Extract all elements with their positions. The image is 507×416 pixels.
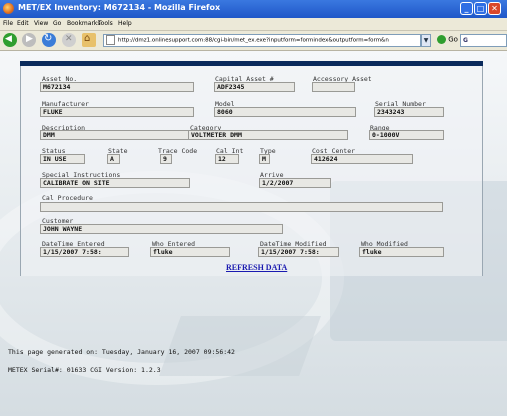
category-field[interactable]: VOLTMETER DMM <box>188 130 348 140</box>
trace-code-field[interactable]: 9 <box>160 154 172 164</box>
cal-procedure-label: Cal Procedure <box>42 194 93 202</box>
cost-center-field[interactable]: 412624 <box>311 154 413 164</box>
firefox-icon <box>3 3 14 14</box>
status-field[interactable]: IN USE <box>40 154 85 164</box>
menu-bookmarks[interactable]: Bookmarks <box>67 20 101 27</box>
asset-no-field[interactable]: M672134 <box>40 82 194 92</box>
window-titlebar: MET/EX Inventory: M672134 - Mozilla Fire… <box>0 0 507 18</box>
state-field[interactable]: A <box>107 154 120 164</box>
go-icon <box>437 35 446 44</box>
customer-field[interactable]: JOHN WAYNE <box>40 224 283 234</box>
menu-tools[interactable]: Tools <box>98 20 113 27</box>
who-modified-field[interactable]: fluke <box>359 247 444 257</box>
go-button[interactable]: Go <box>437 35 458 44</box>
datetime-modified-field[interactable]: 1/15/2007 7:58: <box>258 247 339 257</box>
forward-icon[interactable] <box>22 33 36 47</box>
reload-icon[interactable] <box>42 33 56 47</box>
capital-asset-field[interactable]: ADF2345 <box>214 82 295 92</box>
cal-procedure-field[interactable] <box>40 202 443 212</box>
menu-go[interactable]: Go <box>53 20 61 27</box>
go-label: Go <box>448 35 458 44</box>
menu-bar: File Edit View Go Bookmarks Tools Help <box>0 18 507 31</box>
address-bar[interactable]: http://dmz1.onlinesupport.com:88/cgi-bin… <box>103 34 421 47</box>
navigation-toolbar: http://dmz1.onlinesupport.com:88/cgi-bin… <box>0 31 507 51</box>
serial-number-field[interactable]: 2343243 <box>374 107 444 117</box>
cal-int-field[interactable]: 12 <box>215 154 239 164</box>
search-box[interactable]: G <box>460 34 507 47</box>
manufacturer-field[interactable]: FLUKE <box>40 107 194 117</box>
stop-icon[interactable] <box>62 33 76 47</box>
search-engine-label: G <box>463 37 468 44</box>
page-icon <box>106 35 115 45</box>
model-field[interactable]: 8060 <box>214 107 356 117</box>
menu-file[interactable]: File <box>3 20 13 27</box>
close-button[interactable]: ✕ <box>488 2 501 15</box>
menu-edit[interactable]: Edit <box>17 20 29 27</box>
arrive-field[interactable]: 1/2/2007 <box>259 178 331 188</box>
accessory-asset-field[interactable] <box>312 82 355 92</box>
range-field[interactable]: 0-1000V <box>369 130 444 140</box>
refresh-data-link[interactable]: REFRESH DATA <box>226 263 287 272</box>
type-field[interactable]: M <box>259 154 270 164</box>
address-url: http://dmz1.onlinesupport.com:88/cgi-bin… <box>118 37 389 44</box>
menu-view[interactable]: View <box>34 20 48 27</box>
address-dropdown-icon[interactable]: ▼ <box>421 34 431 47</box>
minimize-button[interactable]: _ <box>460 2 473 15</box>
maximize-button[interactable]: □ <box>474 2 487 15</box>
window-title: MET/EX Inventory: M672134 - Mozilla Fire… <box>18 3 221 12</box>
back-icon[interactable] <box>3 33 17 47</box>
background-decoration <box>159 316 321 376</box>
version-info: METEX Serial#: 01633 CGI Version: 1.2.3 <box>8 366 161 374</box>
generated-timestamp: This page generated on: Tuesday, January… <box>8 348 235 356</box>
datetime-entered-field[interactable]: 1/15/2007 7:58: <box>40 247 129 257</box>
special-instructions-field[interactable]: CALIBRATE ON SITE <box>40 178 190 188</box>
page-content: Asset No. M672134 Capital Asset # ADF234… <box>0 51 507 416</box>
who-entered-field[interactable]: fluke <box>150 247 230 257</box>
menu-help[interactable]: Help <box>118 20 132 27</box>
home-icon[interactable] <box>82 33 96 47</box>
description-field[interactable]: DMM <box>40 130 190 140</box>
